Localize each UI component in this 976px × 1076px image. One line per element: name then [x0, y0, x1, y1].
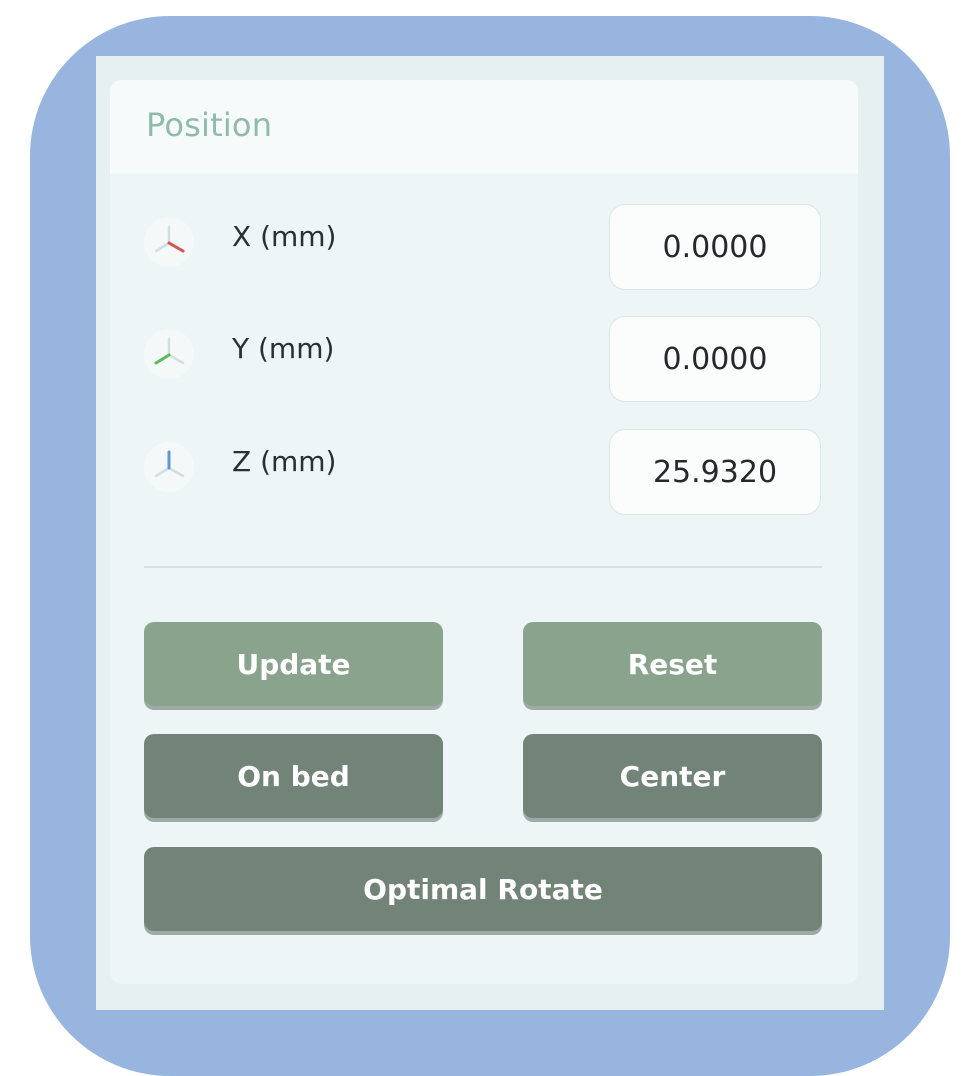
panel-title: Position: [146, 106, 273, 144]
on-bed-button[interactable]: On bed: [144, 734, 443, 818]
z-axis-icon: [144, 442, 194, 492]
x-value-input[interactable]: [609, 204, 821, 290]
update-button[interactable]: Update: [144, 622, 443, 706]
y-value-input[interactable]: [609, 316, 821, 402]
reset-button[interactable]: Reset: [523, 622, 822, 706]
axis-row-z: Z (mm): [110, 429, 858, 515]
x-axis-icon: [144, 217, 194, 267]
axis-row-x: X (mm): [110, 204, 858, 290]
panel-header: Position: [110, 80, 858, 174]
z-value-input[interactable]: [609, 429, 821, 515]
x-axis-label: X (mm): [232, 220, 337, 253]
divider: [144, 566, 822, 568]
y-axis-label: Y (mm): [232, 332, 335, 365]
optimal-rotate-button[interactable]: Optimal Rotate: [144, 847, 822, 931]
axis-row-y: Y (mm): [110, 316, 858, 402]
y-axis-icon: [144, 329, 194, 379]
position-panel: Position X (mm) Y (mm): [110, 80, 858, 984]
center-button[interactable]: Center: [523, 734, 822, 818]
z-axis-label: Z (mm): [232, 445, 337, 478]
